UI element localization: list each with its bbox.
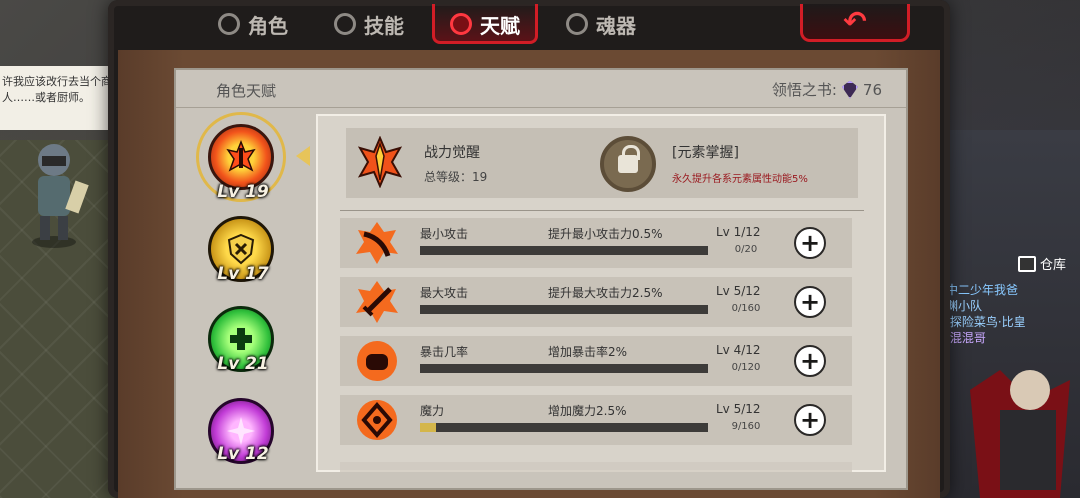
upgrade-button[interactable]: + [794, 345, 826, 377]
attribute-level: Lv 5/12 [716, 402, 761, 416]
npc-character [970, 370, 1070, 498]
chat-line-1: 许我应该改行去当个商 [2, 75, 112, 88]
panel-title: 角色天赋 [216, 82, 277, 100]
tab-label: 角色 [248, 13, 288, 38]
tab-label: 天赋 [480, 13, 520, 38]
progress-bar [420, 423, 708, 432]
tab-character[interactable]: 角色 [200, 0, 306, 48]
talent-tree-list: Lv 19 Lv 17 Lv 21 Lv 12 [190, 112, 298, 492]
character-icon [218, 13, 240, 35]
attribute-xp: 0/20 [734, 244, 758, 255]
attribute-name: 魔力 [420, 404, 445, 418]
warehouse-button[interactable]: 仓库 [1018, 254, 1066, 273]
talent-icon [450, 13, 472, 35]
upgrade-button[interactable]: + [794, 404, 826, 436]
sparkle-icon [227, 417, 255, 445]
player-character [32, 144, 89, 248]
warehouse-label: 仓库 [1040, 258, 1067, 273]
book-label: 领悟之书: [771, 81, 837, 99]
chat-line-2: 人……或者厨师。 [2, 91, 90, 104]
attribute-row: 暴击几率 增加暴击率2% Lv 4/12 0/120 + [340, 336, 852, 386]
talent-node-power-awakening[interactable] [208, 124, 274, 190]
element-mastery-name: [元素掌握] [672, 145, 739, 161]
talent-level: Lv 12 [217, 444, 269, 464]
attribute-name: 暴击几率 [420, 345, 469, 359]
tab-talent[interactable]: 天赋 [432, 0, 538, 48]
element-mastery-seal[interactable] [600, 136, 656, 192]
talent-level: Lv 17 [217, 264, 269, 284]
shield-icon [227, 233, 255, 265]
gem-icon [841, 80, 858, 99]
talent-name: 战力觉醒 [424, 145, 480, 161]
attribute-name: 最小攻击 [420, 227, 469, 241]
attribute-xp: 9/160 [731, 421, 761, 432]
npc-name: 渊小队 [946, 299, 983, 313]
book-count: 76 [862, 80, 882, 99]
tab-soul-vessel[interactable]: 魂器 [548, 0, 654, 48]
soul-vessel-icon [566, 13, 588, 35]
progress-bar [420, 246, 708, 255]
attribute-name: 最大攻击 [420, 286, 469, 300]
plus-icon: + [799, 347, 821, 375]
skill-icon [334, 13, 356, 35]
talent-details: 战力觉醒 总等级：19 [元素掌握] 永久提升各系元素属性动能5% 最小攻击 提… [316, 114, 886, 472]
attribute-row: 最小攻击 提升最小攻击力0.5% Lv 1/12 0/20 + [340, 218, 852, 268]
lock-icon [618, 145, 640, 173]
attribute-effect: 增加魔力2.5% [548, 404, 627, 418]
divider [340, 210, 864, 211]
power-awakening-icon [357, 136, 403, 188]
plus-icon: + [799, 229, 821, 257]
attribute-row: 最大攻击 提升最大攻击力2.5% Lv 5/12 0/160 + [340, 277, 852, 327]
magic-rune-icon [357, 400, 397, 440]
talent-summary: 战力觉醒 总等级：19 [元素掌握] 永久提升各系元素属性动能5% [346, 128, 858, 198]
tab-label: 技能 [364, 13, 404, 38]
talent-total-level: 总等级：19 [424, 170, 488, 184]
fist-icon [357, 341, 397, 381]
progress-fill [420, 423, 437, 432]
attribute-effect: 提升最小攻击力0.5% [548, 227, 663, 241]
tab-skill[interactable]: 技能 [316, 0, 422, 48]
upgrade-button[interactable]: + [794, 227, 826, 259]
element-mastery-desc: 永久提升各系元素属性动能5% [672, 174, 808, 185]
plus-icon: + [799, 406, 821, 434]
back-arrow-icon: ↶ [843, 4, 867, 38]
progress-bar [420, 305, 708, 314]
selection-pointer [296, 146, 310, 166]
attribute-level: Lv 5/12 [716, 284, 761, 298]
attribute-level: Lv 4/12 [716, 343, 761, 357]
talent-level: Lv 21 [217, 354, 269, 374]
back-button[interactable]: ↶ [800, 4, 910, 42]
tab-label: 魂器 [596, 13, 636, 38]
attribute-effect: 增加暴击率2% [548, 345, 628, 359]
flame-sword-icon [226, 140, 256, 172]
npc-name: ·探险菜鸟·比皇 [946, 315, 1026, 329]
npc-name: 中二少年我爸 [946, 283, 1019, 297]
slash-icon [356, 222, 398, 264]
next-row-partial [340, 462, 852, 472]
attribute-xp: 0/120 [731, 362, 761, 373]
attribute-xp: 0/160 [731, 303, 761, 314]
warehouse-icon [1018, 255, 1036, 272]
tab-bar: 角色 技能 天赋 魂器 [200, 0, 654, 48]
attribute-level: Lv 1/12 [716, 225, 761, 239]
upgrade-button[interactable]: + [794, 286, 826, 318]
plus-icon: + [799, 288, 821, 316]
comprehension-book-counter: 领悟之书: 76 [772, 79, 882, 100]
panel-header: 角色天赋 领悟之书: 76 [176, 70, 906, 108]
talent-level: Lv 19 [217, 182, 269, 202]
progress-bar [420, 364, 708, 373]
sword-icon [356, 281, 398, 323]
attribute-effect: 提升最大攻击力2.5% [548, 286, 663, 300]
attribute-row: 魔力 增加魔力2.5% Lv 5/12 9/160 + [340, 395, 852, 445]
heal-cross-icon [230, 328, 252, 350]
